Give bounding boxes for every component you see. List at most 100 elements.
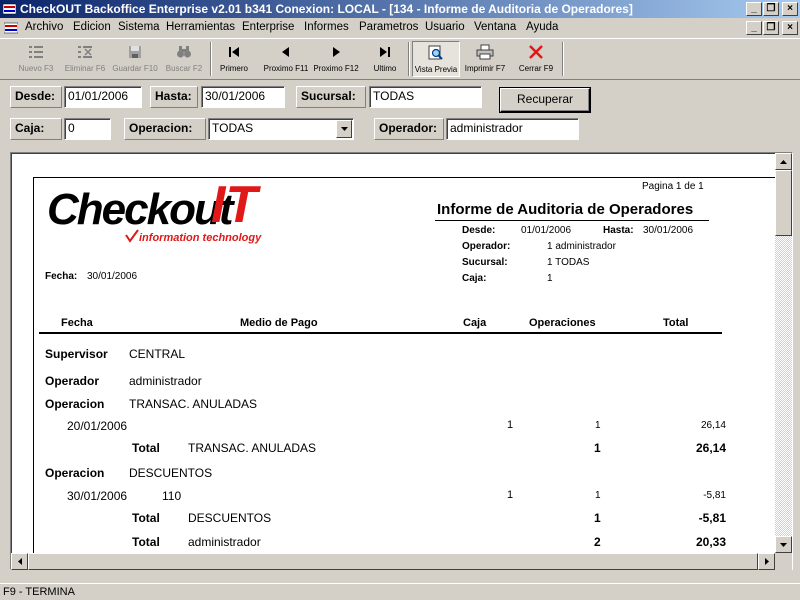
anterior-button[interactable]: Proximo F11: [262, 41, 310, 77]
detail-total: -5,81: [703, 490, 726, 501]
group-total-label: Total: [132, 511, 160, 525]
imprimir-button[interactable]: Imprimir F7: [462, 41, 508, 77]
report-sucursal-value: 1 TODAS: [547, 257, 590, 268]
previous-icon: [282, 47, 289, 57]
title-bar[interactable]: CheckOUT Backoffice Enterprise v2.01 b34…: [0, 0, 800, 18]
scroll-up-arrow-icon[interactable]: [775, 153, 792, 170]
desde-label: Desde:: [10, 86, 62, 108]
vertical-scrollbar[interactable]: [775, 153, 792, 553]
preview-icon: [428, 45, 443, 60]
caja-label: Caja:: [10, 118, 62, 140]
menu-ventana[interactable]: Ventana: [474, 21, 516, 33]
report-desde-value: 01/01/2006: [521, 225, 572, 236]
sucursal-input[interactable]: TODAS: [369, 86, 482, 108]
delete-icon: [78, 46, 92, 58]
group-total-label: Total: [132, 441, 160, 455]
detail-total: 26,14: [700, 420, 726, 431]
buscar-label: Buscar F2: [165, 64, 203, 73]
ultimo-button[interactable]: Ultimo: [366, 41, 404, 77]
vista-previa-label: Vista Previa: [414, 65, 458, 74]
grand-total-name: administrador: [188, 535, 261, 549]
report-sucursal-label: Sucursal:: [462, 257, 508, 268]
horizontal-scroll-thumb[interactable]: [28, 553, 758, 570]
caja-input[interactable]: 0: [64, 118, 111, 140]
child-minimize-button[interactable]: _: [746, 21, 762, 35]
report-hasta-label: Hasta:: [603, 225, 634, 236]
menu-sistema[interactable]: Sistema: [118, 21, 160, 33]
toolbar: Nuevo F3 Eliminar F6 Guardar F10 Buscar …: [0, 38, 800, 80]
horizontal-scrollbar[interactable]: [11, 553, 775, 570]
operador-input[interactable]: administrador: [446, 118, 579, 140]
operacion-select[interactable]: TODAS: [208, 118, 354, 140]
col-fecha: Fecha: [61, 317, 93, 329]
new-icon: [29, 46, 43, 58]
scroll-left-arrow-icon[interactable]: [11, 553, 28, 570]
menu-informes[interactable]: Informes: [304, 21, 349, 33]
child-restore-button[interactable]: ❐: [763, 21, 779, 35]
app-icon: [3, 3, 16, 15]
page-info: Pagina 1 de 1: [642, 181, 704, 192]
group-total-value: -5,81: [698, 511, 726, 525]
report-fecha-label: Fecha:: [45, 271, 78, 282]
menu-herramientas[interactable]: Herramientas: [166, 21, 235, 33]
nuevo-button[interactable]: Nuevo F3: [14, 41, 58, 77]
operador-row-label: Operador: [45, 374, 100, 388]
close-button[interactable]: ×: [782, 2, 798, 16]
eliminar-button[interactable]: Eliminar F6: [62, 41, 108, 77]
group-operacion-label: Operacion: [45, 466, 105, 480]
anterior-label: Proximo F11: [263, 64, 309, 73]
child-close-button[interactable]: ×: [782, 21, 798, 35]
col-total: Total: [663, 317, 689, 329]
operacion-select-value: TODAS: [212, 121, 254, 135]
imprimir-label: Imprimir F7: [464, 64, 506, 73]
vertical-scroll-thumb[interactable]: [775, 170, 792, 236]
ultimo-label: Ultimo: [373, 64, 397, 73]
menu-archivo[interactable]: Archivo: [25, 21, 63, 33]
scroll-corner: [775, 553, 792, 570]
siguiente-button[interactable]: Proximo F12: [312, 41, 360, 77]
buscar-button[interactable]: Buscar F2: [162, 41, 206, 77]
menu-ayuda[interactable]: Ayuda: [526, 21, 558, 33]
siguiente-label: Proximo F12: [313, 64, 359, 73]
first-icon: [229, 47, 239, 57]
cerrar-button[interactable]: Cerrar F9: [514, 41, 558, 77]
header-rule: [39, 332, 722, 334]
group-operacion-label: Operacion: [45, 397, 105, 411]
report-desde-label: Desde:: [462, 225, 496, 236]
operacion-label: Operacion:: [124, 118, 206, 140]
scroll-down-arrow-icon[interactable]: [775, 536, 792, 553]
guardar-button[interactable]: Guardar F10: [112, 41, 158, 77]
eliminar-label: Eliminar F6: [64, 64, 106, 73]
menu-enterprise[interactable]: Enterprise: [242, 21, 294, 33]
menu-edicion[interactable]: Edicion: [73, 21, 111, 33]
dropdown-arrow-icon[interactable]: [336, 120, 352, 138]
menu-usuario[interactable]: Usuario: [425, 21, 465, 33]
primero-button[interactable]: Primero: [214, 41, 254, 77]
toolbar-separator: [562, 42, 564, 76]
cerrar-label: Cerrar F9: [518, 64, 554, 73]
desde-input[interactable]: 01/01/2006: [64, 86, 142, 108]
sucursal-label: Sucursal:: [296, 86, 366, 108]
col-caja: Caja: [463, 317, 487, 329]
operador-label: Operador:: [374, 118, 444, 140]
close-x-icon: [529, 45, 543, 59]
logo-checkout: Checkout: [47, 185, 233, 234]
printer-icon: [476, 44, 494, 60]
detail-caja: 1: [507, 489, 514, 501]
hasta-input[interactable]: 30/01/2006: [201, 86, 285, 108]
detail-operaciones: 1: [595, 490, 601, 501]
minimize-button[interactable]: _: [746, 2, 762, 16]
vista-previa-button[interactable]: Vista Previa: [412, 41, 460, 77]
restore-button[interactable]: ❐: [763, 2, 779, 16]
recuperar-button[interactable]: Recuperar: [500, 88, 590, 112]
group-total-name: TRANSAC. ANULADAS: [188, 441, 317, 455]
detail-operaciones: 1: [595, 420, 601, 431]
group-total-value: 26,14: [695, 441, 726, 455]
group-operacion-name: DESCUENTOS: [129, 466, 213, 480]
last-icon: [380, 47, 390, 57]
report-preview[interactable]: Pagina 1 de 1 Checkout IT information te…: [10, 152, 793, 570]
checkmark-icon: [125, 229, 139, 243]
scroll-right-arrow-icon[interactable]: [758, 553, 775, 570]
menu-parametros[interactable]: Parametros: [359, 21, 418, 33]
mdi-child-icon[interactable]: [4, 22, 18, 34]
